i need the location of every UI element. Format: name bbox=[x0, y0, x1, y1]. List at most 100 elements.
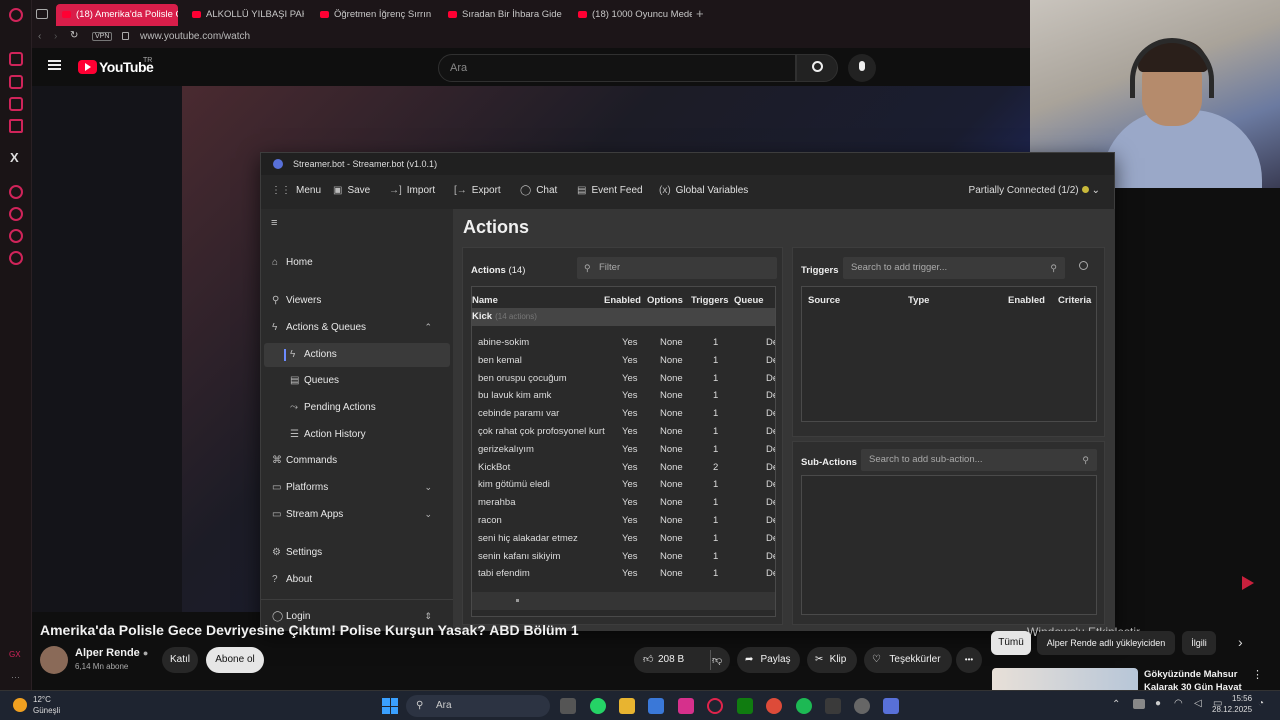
opera-gx-icon[interactable] bbox=[707, 698, 723, 714]
instagram-icon[interactable] bbox=[678, 698, 694, 714]
column-header[interactable]: Options bbox=[647, 295, 683, 306]
new-tab-button[interactable]: + bbox=[696, 6, 704, 21]
filter-chip-related[interactable]: İlgili bbox=[1182, 631, 1216, 655]
x-icon[interactable]: X bbox=[10, 150, 19, 165]
table-row[interactable]: tabi efendim Yes None 1 De bbox=[472, 566, 775, 583]
column-header[interactable]: Type bbox=[908, 295, 929, 306]
table-row[interactable]: seni hiç alakadar etmez Yes None 1 De bbox=[472, 531, 775, 548]
column-header[interactable]: Source bbox=[808, 295, 840, 306]
thanks-button[interactable]: ♡ Teşekkürler bbox=[864, 647, 952, 673]
weather-icon[interactable] bbox=[13, 698, 27, 712]
task-view-icon[interactable] bbox=[560, 698, 576, 714]
sidebar-pinboard-icon[interactable] bbox=[9, 229, 23, 243]
table-row[interactable]: racon Yes None 1 De bbox=[472, 513, 775, 530]
clock-time[interactable]: 15:56 bbox=[1232, 694, 1252, 703]
spotify-icon[interactable] bbox=[796, 698, 812, 714]
table-row[interactable]: kim götümü eledi Yes None 1 De bbox=[472, 477, 775, 494]
sidebar-item-stream-apps[interactable]: ▭ Stream Apps ⌄ bbox=[272, 509, 442, 520]
trigger-search-input[interactable]: Search to add trigger... ⚲ bbox=[843, 257, 1065, 279]
column-header[interactable]: Queue bbox=[734, 295, 764, 306]
volume-icon[interactable]: ◁ bbox=[1194, 698, 1202, 709]
sidebar-app-icon[interactable] bbox=[9, 75, 23, 89]
opera-logo-icon[interactable] bbox=[9, 8, 23, 22]
file-explorer-icon[interactable] bbox=[619, 698, 635, 714]
column-header[interactable]: Name bbox=[472, 295, 498, 306]
subscribe-button[interactable]: Abone ol bbox=[206, 647, 264, 673]
video-thumbnail[interactable] bbox=[992, 668, 1138, 690]
chevron-right-icon[interactable]: › bbox=[1238, 634, 1243, 650]
more-vertical-icon[interactable]: ⋮ bbox=[1252, 668, 1263, 681]
workspaces-icon[interactable] bbox=[36, 9, 48, 19]
history-icon[interactable] bbox=[9, 207, 23, 221]
table-row[interactable]: çok rahat çok profosyonel kurt Yes None 1 De bbox=[472, 424, 775, 441]
search-button[interactable] bbox=[796, 54, 838, 82]
sidebar-item-viewers[interactable]: ⚲ Viewers bbox=[272, 295, 321, 306]
sidebar-item-home[interactable]: ⌂ Home bbox=[272, 257, 313, 268]
share-button[interactable]: ➦ Paylaş bbox=[737, 647, 800, 673]
search-input[interactable]: Ara bbox=[438, 54, 796, 82]
subaction-search-input[interactable]: Search to add sub-action... ⚲ bbox=[861, 449, 1097, 471]
sidebar-item-login[interactable]: ◯ Login ⇕ bbox=[272, 611, 442, 622]
subactions-list[interactable] bbox=[801, 475, 1097, 615]
whatsapp-icon[interactable] bbox=[590, 698, 606, 714]
filter-chip-uploader[interactable]: Alper Rende adlı yükleyiciden bbox=[1037, 631, 1175, 655]
browser-tab[interactable]: ALKOLLÜ YILBAŞI PAKETİ bbox=[186, 4, 304, 26]
obs-icon[interactable] bbox=[854, 698, 870, 714]
microphone-icon[interactable]: ● bbox=[1155, 698, 1161, 709]
chat-button[interactable]: ◯ Chat bbox=[520, 185, 557, 196]
table-row[interactable]: bu lavuk kim amk Yes None 1 De bbox=[472, 388, 775, 405]
import-button[interactable]: →] Import bbox=[389, 185, 435, 196]
menu-button[interactable]: ⋮⋮ Menu bbox=[271, 185, 321, 196]
youtube-logo-icon[interactable] bbox=[78, 60, 97, 74]
more-actions-button[interactable]: ••• bbox=[956, 647, 982, 673]
gx-icon[interactable]: GX bbox=[9, 650, 21, 659]
vpn-badge[interactable]: VPN bbox=[92, 32, 113, 41]
column-header[interactable]: Enabled bbox=[1008, 295, 1045, 306]
xbox-icon[interactable] bbox=[737, 698, 753, 714]
voice-search-button[interactable] bbox=[848, 54, 876, 82]
hamburger-menu-icon[interactable] bbox=[48, 60, 61, 70]
table-row[interactable]: KickBot Yes None 2 De bbox=[472, 460, 775, 477]
join-button[interactable]: Katıl bbox=[162, 647, 198, 673]
dislike-icon[interactable]: 👎︎ bbox=[712, 654, 722, 666]
table-row[interactable]: merahba Yes None 1 De bbox=[472, 495, 775, 512]
windows-start-icon[interactable] bbox=[382, 698, 398, 714]
clock-date[interactable]: 28.12.2025 bbox=[1212, 705, 1252, 714]
group-row-kick[interactable]: Kick (14 actions) bbox=[472, 308, 775, 326]
url-field[interactable]: www.youtube.com/watch bbox=[140, 31, 250, 42]
clip-button[interactable]: ✂ Klip bbox=[807, 647, 857, 673]
connection-status[interactable]: Partially Connected (1/2) ⌄ bbox=[969, 185, 1100, 196]
save-button[interactable]: ▣ Save bbox=[333, 185, 370, 196]
filter-input[interactable]: ⚲ Filter bbox=[577, 257, 777, 279]
browser-tab[interactable]: (18) Amerika'da Polisle Ge bbox=[56, 4, 178, 26]
recommended-video-title[interactable]: Gökyüzünde Mahsur Kalarak 30 Gün Hayat bbox=[1144, 668, 1254, 690]
sidebar-item-pending-actions[interactable]: ⤳ Pending Actions bbox=[290, 402, 376, 413]
sidebar-item-commands[interactable]: ⌘ Commands bbox=[272, 455, 337, 466]
table-row[interactable]: ben oruspu çocuğum Yes None 1 De bbox=[472, 371, 775, 388]
notification-icon[interactable]: ◔ bbox=[1258, 698, 1264, 709]
scrollbar-thumb[interactable] bbox=[516, 599, 519, 602]
column-header[interactable]: Criteria bbox=[1058, 295, 1091, 306]
tray-chevron-icon[interactable]: ⌃ bbox=[1112, 699, 1120, 710]
streamerbot-taskbar-icon[interactable] bbox=[883, 698, 899, 714]
filter-chip-all[interactable]: Tümü bbox=[991, 631, 1031, 655]
global-variables-button[interactable]: (x) Global Variables bbox=[659, 185, 748, 196]
event-feed-button[interactable]: ▤ Event Feed bbox=[577, 185, 643, 196]
sidebar-item-actions[interactable]: ϟ Actions bbox=[290, 349, 337, 360]
sidebar-player-icon[interactable] bbox=[9, 185, 23, 199]
browser-tab[interactable]: Öğretmen İğrenç Sırrının İf bbox=[314, 4, 432, 26]
table-row[interactable]: senin kafanı sikiyim Yes None 1 De bbox=[472, 549, 775, 566]
sidebar-item-action-history[interactable]: ☰ Action History bbox=[290, 429, 366, 440]
back-icon[interactable]: ‹ bbox=[38, 31, 41, 42]
sidebar-item-about[interactable]: ? About bbox=[272, 574, 312, 585]
avatar[interactable] bbox=[40, 646, 68, 674]
forward-icon[interactable]: › bbox=[54, 31, 57, 42]
steam-icon[interactable] bbox=[825, 698, 841, 714]
settings-icon[interactable] bbox=[9, 251, 23, 265]
info-icon[interactable] bbox=[1079, 261, 1088, 270]
mail-icon[interactable] bbox=[648, 698, 664, 714]
browser-tab[interactable]: (18) 1000 Oyuncu Medeniy bbox=[572, 4, 692, 26]
table-row[interactable]: ben kemal Yes None 1 De bbox=[472, 353, 775, 370]
export-button[interactable]: [→ Export bbox=[454, 185, 501, 196]
table-row[interactable]: gerizekalıyım Yes None 1 De bbox=[472, 442, 775, 459]
